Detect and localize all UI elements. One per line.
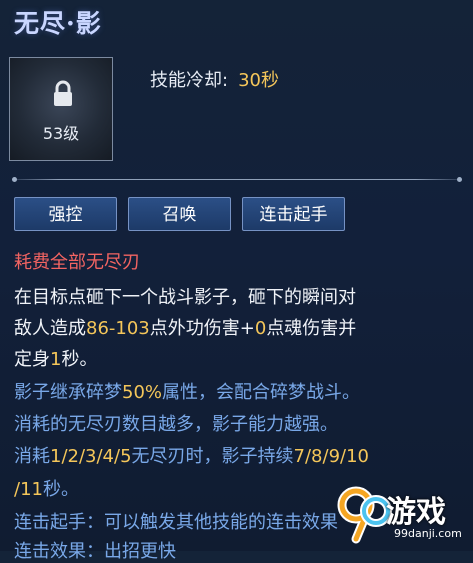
desc-line: 敌人造成86-103点外功伤害+0点魂伤害并: [14, 318, 357, 339]
desc-line: 影子继承碎梦50%属性，会配合碎梦战斗。: [14, 382, 361, 403]
cooldown-value: 30秒: [238, 70, 279, 91]
cost-text: 耗费全部无尽刃: [14, 252, 140, 273]
skill-level: 53级: [42, 124, 80, 143]
cooldown-row: 技能冷却: 30秒: [150, 66, 279, 92]
desc-line: 连击起手：可以触发其他技能的连击效果: [14, 512, 338, 533]
watermark-text: 游戏: [386, 495, 446, 530]
divider: [12, 177, 462, 182]
watermark: 游戏 99danji.com: [334, 481, 469, 547]
tag-combo-starter[interactable]: 连击起手: [242, 197, 345, 231]
watermark-url: 99danji.com: [394, 527, 462, 540]
desc-line: 消耗1/2/3/4/5无尽刃时，影子持续7/8/9/10: [14, 446, 369, 467]
desc-line: 在目标点砸下一个战斗影子，砸下的瞬间对: [14, 287, 356, 308]
desc-line: 消耗的无尽刃数目越多，影子能力越强。: [14, 414, 338, 435]
skill-title: 无尽·影: [14, 9, 102, 38]
cooldown-label: 技能冷却:: [150, 70, 229, 91]
lock-icon: [54, 80, 72, 106]
desc-line: /11秒。: [14, 479, 79, 500]
desc-line: 连击效果：出招更快: [14, 541, 176, 562]
tag-hard-control[interactable]: 强控: [14, 197, 117, 231]
desc-line: 定身1秒。: [14, 349, 98, 370]
skill-icon[interactable]: 53级: [9, 57, 113, 161]
tag-summon[interactable]: 召唤: [128, 197, 231, 231]
